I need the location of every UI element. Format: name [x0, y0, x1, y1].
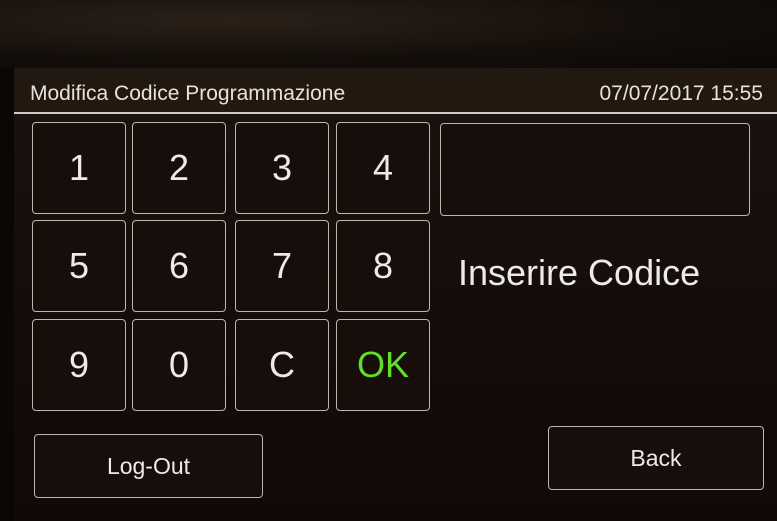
- key-9[interactable]: 9: [32, 319, 126, 411]
- key-2[interactable]: 2: [132, 122, 226, 214]
- touch-screen: Modifica Codice Programmazione 07/07/201…: [14, 68, 777, 521]
- key-1[interactable]: 1: [32, 122, 126, 214]
- clear-button[interactable]: C: [235, 319, 329, 411]
- logout-button[interactable]: Log-Out: [34, 434, 263, 498]
- back-button[interactable]: Back: [548, 426, 764, 490]
- date-time: 07/07/2017 15:55: [599, 82, 764, 105]
- device-bezel: [0, 0, 777, 68]
- enter-code-prompt: Inserire Codice: [458, 252, 701, 293]
- header-bar: Modifica Codice Programmazione 07/07/201…: [14, 68, 777, 114]
- code-display-field[interactable]: [440, 123, 750, 216]
- key-5[interactable]: 5: [32, 220, 126, 312]
- key-0[interactable]: 0: [132, 319, 226, 411]
- key-6[interactable]: 6: [132, 220, 226, 312]
- key-3[interactable]: 3: [235, 122, 329, 214]
- key-8[interactable]: 8: [336, 220, 430, 312]
- key-7[interactable]: 7: [235, 220, 329, 312]
- key-4[interactable]: 4: [336, 122, 430, 214]
- ok-button[interactable]: OK: [336, 319, 430, 411]
- page-title: Modifica Codice Programmazione: [30, 82, 346, 105]
